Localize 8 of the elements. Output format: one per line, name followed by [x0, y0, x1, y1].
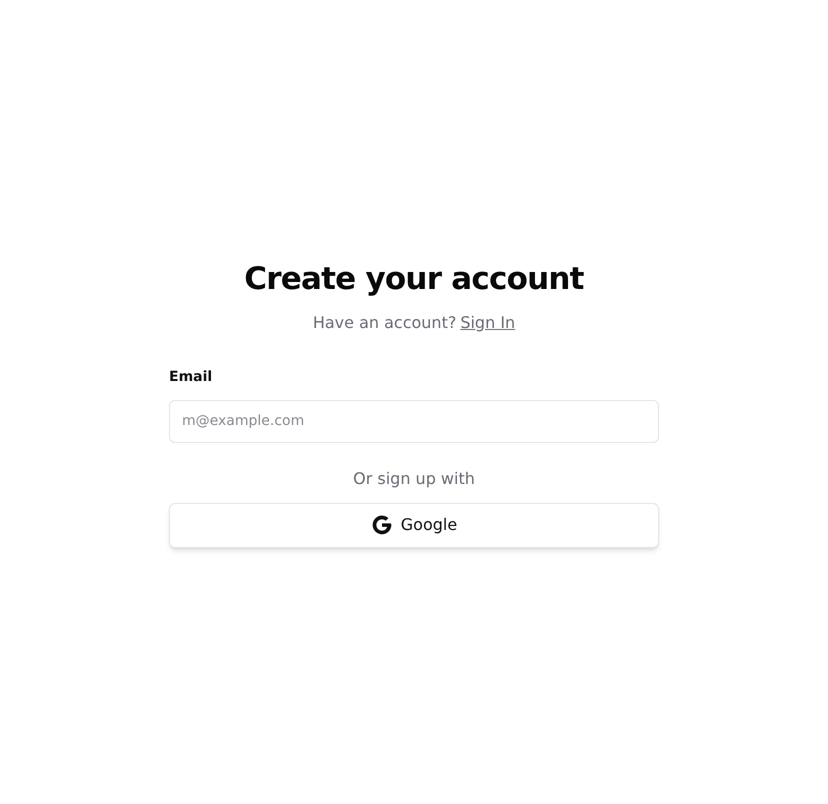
divider-text: Or sign up with [353, 468, 475, 490]
sign-in-link[interactable]: Sign In [460, 310, 516, 335]
subtitle-text: Have an account? [312, 312, 456, 334]
page-title: Create your account [244, 260, 584, 300]
google-button[interactable]: Google [169, 502, 659, 548]
email-input[interactable]: m@example.com [169, 400, 659, 443]
google-logo-icon [370, 514, 393, 536]
field-label: Email [169, 368, 214, 387]
